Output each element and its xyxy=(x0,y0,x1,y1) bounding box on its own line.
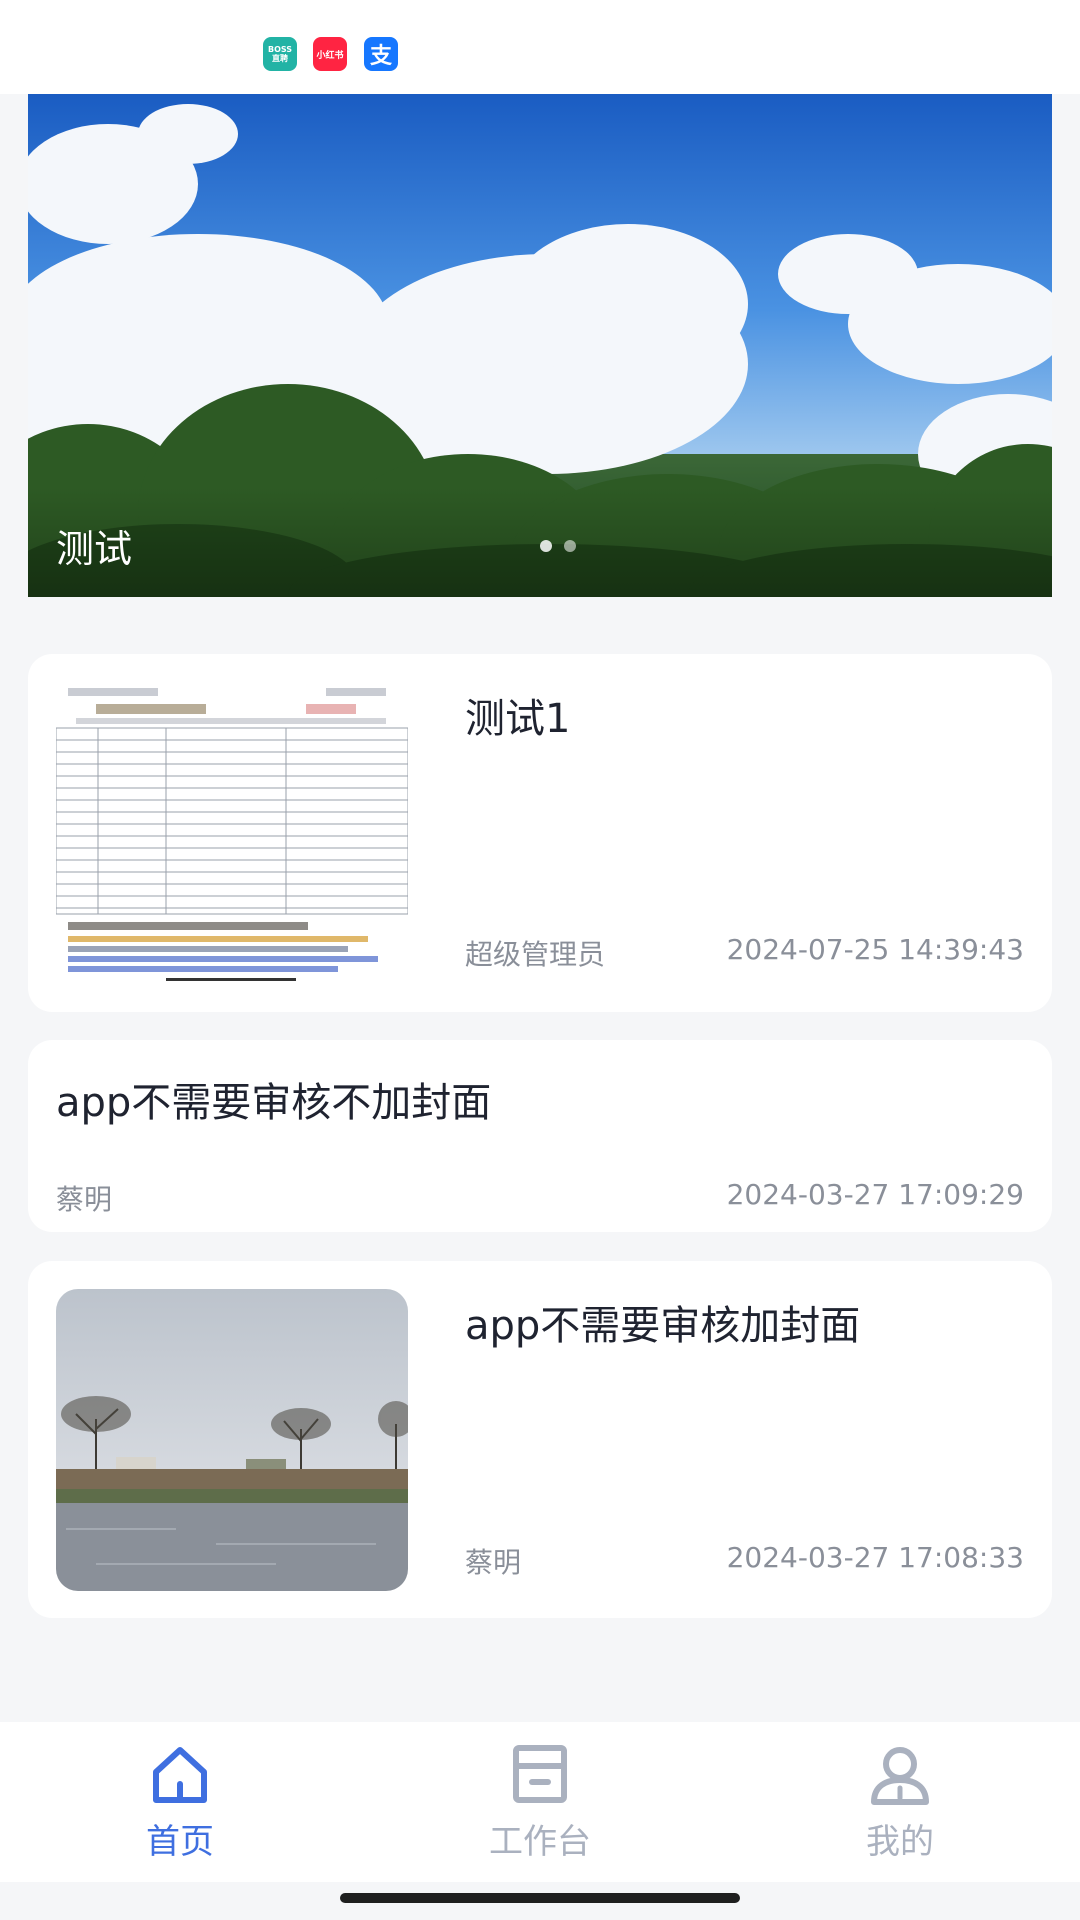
home-icon xyxy=(153,1747,207,1803)
alipay-app-icon: 支 xyxy=(364,37,398,71)
tab-workbench[interactable]: 工作台 xyxy=(440,1742,640,1863)
article-card[interactable]: app不需要审核不加封面 蔡明 2024-03-27 17:09:29 xyxy=(28,1040,1052,1232)
article-title[interactable]: 测试1 xyxy=(465,686,570,744)
xiaohongshu-app-icon: 小红书 xyxy=(313,37,347,71)
article-card[interactable]: app不需要审核加封面 蔡明 2024-03-27 17:08:33 xyxy=(28,1261,1052,1618)
article-date: 2024-03-27 17:09:29 xyxy=(726,1178,1024,1211)
tab-label: 首页 xyxy=(146,1822,214,1862)
carousel-indicator xyxy=(540,540,576,552)
banner-carousel[interactable]: 测试 xyxy=(28,94,1052,597)
article-author: 超级管理员 xyxy=(465,938,606,971)
tab-profile[interactable]: 我的 xyxy=(800,1742,1000,1863)
article-author: 蔡明 xyxy=(56,1183,113,1216)
tab-label: 工作台 xyxy=(489,1822,591,1862)
banner-caption: 测试 xyxy=(56,527,133,571)
bottom-tab-bar: 首页 工作台 我的 xyxy=(0,1722,1080,1882)
carousel-dot[interactable] xyxy=(540,540,552,552)
tab-home[interactable]: 首页 xyxy=(80,1742,280,1863)
article-title[interactable]: app不需要审核不加封面 xyxy=(56,1070,491,1128)
carousel-dot[interactable] xyxy=(564,540,576,552)
article-card[interactable]: 测试1 超级管理员 2024-07-25 14:39:43 xyxy=(28,654,1052,1012)
home-indicator[interactable] xyxy=(340,1893,740,1903)
status-bar: BOSS 直聘 小红书 支 xyxy=(0,0,1080,94)
profile-icon xyxy=(871,1747,929,1805)
article-date: 2024-07-25 14:39:43 xyxy=(726,933,1024,966)
article-cover-image xyxy=(56,682,408,984)
boss-zhipin-app-icon: BOSS 直聘 xyxy=(263,37,297,71)
article-date: 2024-03-27 17:08:33 xyxy=(726,1541,1024,1574)
article-cover-image xyxy=(56,1289,408,1591)
tab-label: 我的 xyxy=(866,1822,934,1862)
workbench-icon xyxy=(513,1745,567,1803)
article-author: 蔡明 xyxy=(465,1546,522,1579)
article-title[interactable]: app不需要审核加封面 xyxy=(465,1293,860,1351)
